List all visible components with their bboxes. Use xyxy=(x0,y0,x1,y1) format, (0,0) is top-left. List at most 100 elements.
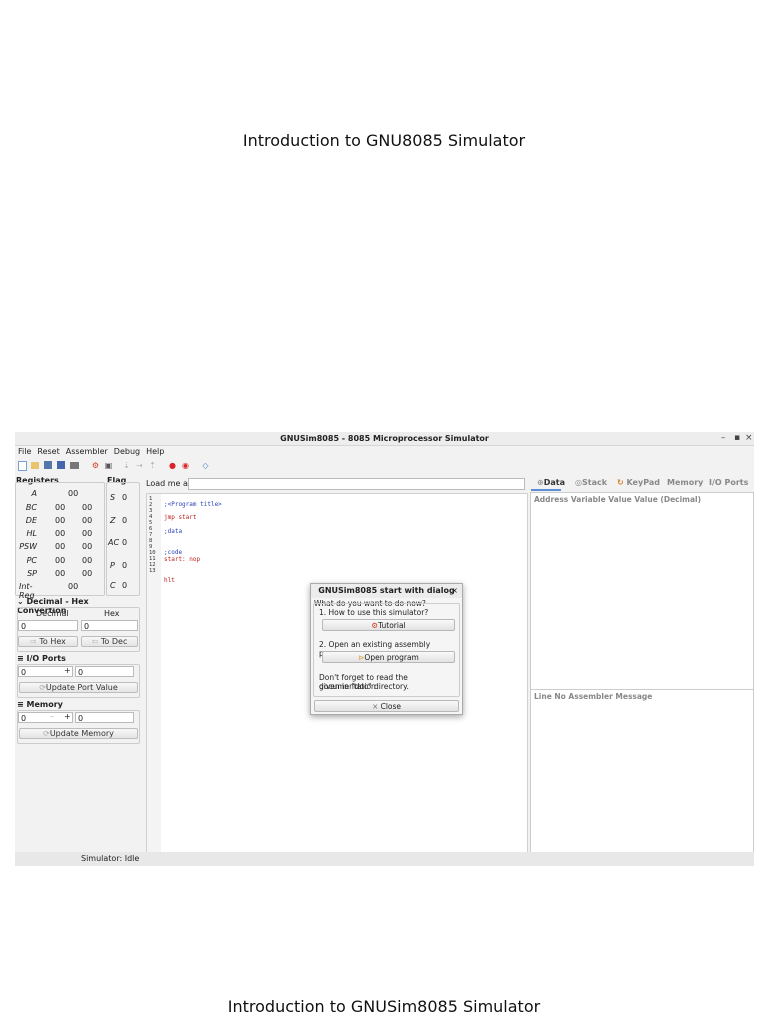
step-in-icon[interactable]: ⇣ xyxy=(122,461,131,470)
menu-bar: File Reset Assembler Debug Help xyxy=(15,446,754,458)
start-dialog: GNUSim8085 start with dialog × What do y… xyxy=(310,583,463,715)
tab-data-label: Data xyxy=(543,478,565,487)
step-out-icon[interactable]: ⇡ xyxy=(148,461,157,470)
to-hex-button[interactable]: ⇨ To Hex xyxy=(18,636,78,647)
assemble-icon[interactable]: ⚙ xyxy=(91,461,100,470)
code-line: ;<Program title> xyxy=(164,501,222,508)
tutorial-label: Tutorial xyxy=(378,621,406,630)
decimal-label: Decimal xyxy=(36,609,69,618)
tab-data[interactable]: ⊕Data xyxy=(537,478,565,487)
data-table-header: Address Variable Value Value (Decimal) xyxy=(534,495,702,504)
update-port-button[interactable]: ⟳Update Port Value xyxy=(19,682,138,693)
menu-help[interactable]: Help xyxy=(146,446,164,458)
left-panel: Registers Flag A 00 BC 00 00 DE 00 00 HL… xyxy=(15,476,140,851)
step-over-icon[interactable]: ⇢ xyxy=(135,461,144,470)
flag-z-value: 0 xyxy=(122,516,128,525)
right-panel: ⊕Data ◎Stack ↻ KeyPad Memory I/O Ports A… xyxy=(529,476,754,854)
code-line: start: nop xyxy=(164,556,201,563)
save-icon[interactable] xyxy=(44,461,52,469)
update-memory-button[interactable]: ⟳Update Memory xyxy=(19,728,138,739)
hex-label: Hex xyxy=(104,609,120,618)
toolbar: ⚙ ▣ ⇣ ⇢ ⇡ ● ◉ ◇ xyxy=(15,459,754,473)
flag-p-name: P xyxy=(110,561,115,570)
window-title: GNUSim8085 - 8085 Microprocessor Simulat… xyxy=(280,434,489,443)
assembler-messages: Line No Assembler Message xyxy=(530,689,754,854)
decimal-input[interactable]: 0 xyxy=(18,620,78,631)
tab-memory[interactable]: Memory xyxy=(667,478,703,487)
open-file-icon[interactable] xyxy=(31,462,39,469)
load-me-at-label: Load me at xyxy=(146,479,192,488)
breakpoint-icon[interactable]: ● xyxy=(168,461,177,470)
execute-icon[interactable]: ▣ xyxy=(104,461,113,470)
reg-int-value: 00 xyxy=(68,582,79,591)
active-tab-indicator xyxy=(531,489,561,491)
close-label: Close xyxy=(380,702,402,711)
status-bar: Simulator: Idle xyxy=(15,852,754,866)
memory-section: 0 – + 0 ⟳Update Memory xyxy=(17,710,140,744)
reg-bc-name: BC xyxy=(25,503,37,512)
new-file-icon[interactable] xyxy=(18,461,27,471)
stop-icon[interactable]: ◇ xyxy=(201,461,210,470)
menu-file[interactable]: File xyxy=(18,446,31,458)
to-dec-button[interactable]: ⇦ To Dec xyxy=(81,636,138,647)
close-icon[interactable]: × xyxy=(745,433,753,443)
reg-psw-name: PSW xyxy=(19,542,37,551)
io-ports-title: I/O Ports xyxy=(26,654,66,663)
reg-de-value-high: 00 xyxy=(55,516,66,525)
reg-pc-name: PC xyxy=(26,556,37,565)
slide-footer: Introduction to GNUSim8085 Simulator xyxy=(227,997,541,1016)
code-line: ;code xyxy=(164,549,183,556)
reg-sp-value-low: 00 xyxy=(82,569,93,578)
reg-psw-value-high: 00 xyxy=(55,542,66,551)
menu-assembler[interactable]: Assembler xyxy=(66,446,108,458)
code-line: hlt xyxy=(164,577,175,584)
dialog-close-icon[interactable]: × xyxy=(451,586,458,595)
menu-reset[interactable]: Reset xyxy=(37,446,59,458)
minimize-icon[interactable]: – xyxy=(721,433,726,443)
flag-z-name: Z xyxy=(110,516,116,525)
reg-psw-value-low: 00 xyxy=(82,542,93,551)
print-icon[interactable] xyxy=(70,462,79,469)
title-bar: GNUSim8085 - 8085 Microprocessor Simulat… xyxy=(15,432,754,446)
tab-keypad[interactable]: ↻ KeyPad xyxy=(617,478,660,487)
messages-header: Line No Assembler Message xyxy=(534,692,653,701)
maximize-icon[interactable]: ▪ xyxy=(734,433,740,443)
tab-stack-label: Stack xyxy=(581,478,608,487)
reg-bc-value-high: 00 xyxy=(55,503,66,512)
line-number: 13 xyxy=(149,568,156,574)
port-data-input[interactable]: 0 xyxy=(75,666,134,677)
note-line2: given in "doc" directory. xyxy=(319,682,409,691)
memory-data-input[interactable]: 0 xyxy=(75,712,134,723)
reg-bc-value-low: 00 xyxy=(82,503,93,512)
memory-stepper-plus[interactable]: + xyxy=(64,712,71,721)
reg-a-value: 00 xyxy=(68,489,79,498)
open-program-button[interactable]: ⊳Open program xyxy=(322,651,455,663)
reg-pc-value-low: 00 xyxy=(82,556,93,565)
flag-c-value: 0 xyxy=(122,581,128,590)
open-program-label: Open program xyxy=(364,653,419,662)
tab-stack[interactable]: ◎Stack xyxy=(575,478,607,487)
port-stepper[interactable]: + xyxy=(64,666,71,675)
reg-hl-name: HL xyxy=(26,529,37,538)
conversion-section: Decimal Hex 0 0 ⇨ To Hex ⇦ To Dec xyxy=(17,607,140,652)
hex-input[interactable]: 0 xyxy=(81,620,138,631)
tab-keypad-label: KeyPad xyxy=(626,478,660,487)
to-dec-label: To Dec xyxy=(100,637,128,646)
clear-breakpoints-icon[interactable]: ◉ xyxy=(181,461,190,470)
flag-s-value: 0 xyxy=(122,493,128,502)
line-number-gutter: 1 2 3 4 5 6 7 8 9 10 11 12 13 xyxy=(147,494,161,852)
load-address-input[interactable] xyxy=(188,478,525,490)
update-memory-label: Update Memory xyxy=(49,729,114,738)
update-port-label: Update Port Value xyxy=(45,683,118,692)
save-as-icon[interactable] xyxy=(57,461,65,469)
io-ports-section: 0 + 0 ⟳Update Port Value xyxy=(17,664,140,698)
status-text: Simulator: Idle xyxy=(81,854,140,863)
tutorial-button[interactable]: ⚙Tutorial xyxy=(322,619,455,631)
menu-debug[interactable]: Debug xyxy=(114,446,140,458)
flag-s-name: S xyxy=(110,493,116,502)
memory-stepper-minus[interactable]: – xyxy=(50,712,54,721)
close-button[interactable]: × Close xyxy=(314,700,459,712)
tab-io-ports[interactable]: I/O Ports xyxy=(709,478,748,487)
reg-pc-value-high: 00 xyxy=(55,556,66,565)
memory-title: Memory xyxy=(26,700,63,709)
